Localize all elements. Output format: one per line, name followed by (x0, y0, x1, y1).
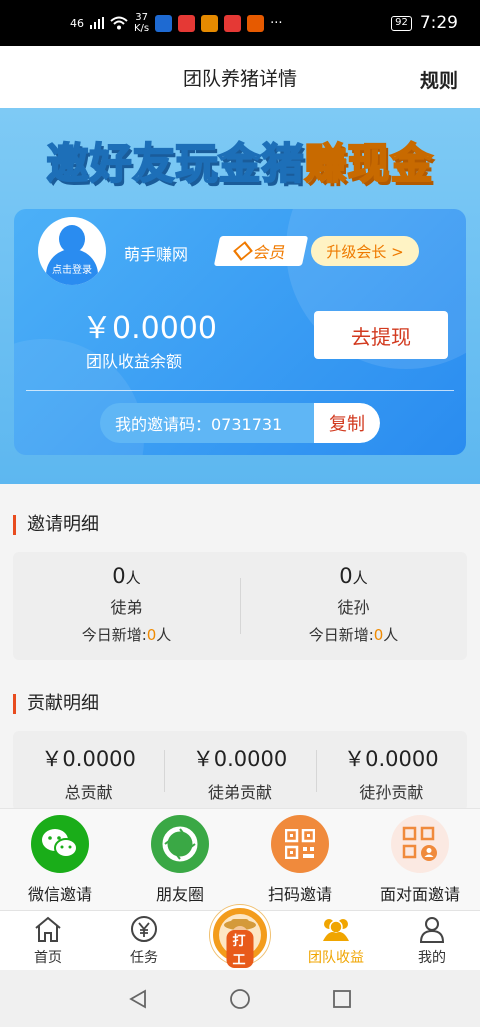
stat-amount: ￥0.0000 (192, 747, 288, 771)
earnings-card: 点击登录 萌手赚网 会员 升级会长 > ￥0.0000 团队收益余额 去提现 我… (14, 209, 466, 455)
notification-app-icon (247, 14, 265, 32)
moments-icon[interactable] (151, 815, 209, 873)
signal-icon (90, 17, 104, 29)
team-balance-label: 团队收益余额 (86, 352, 183, 371)
stat-label: 徒弟贡献 (207, 783, 272, 802)
disciple-contribution-stat[interactable]: ￥0.0000 徒弟贡献 (164, 731, 315, 811)
diamond-icon (233, 241, 253, 261)
tab-tasks[interactable]: 任务 (96, 911, 192, 970)
tab-label: 打工 (226, 930, 254, 968)
signal-indicator: 46 (70, 16, 84, 30)
face-to-face-icon[interactable] (391, 815, 449, 873)
login-prompt[interactable]: 点击登录 (38, 261, 106, 276)
rules-link[interactable]: 规则 (420, 66, 458, 93)
notification-app-icon (155, 14, 173, 32)
tab-work[interactable]: 打工 (192, 905, 288, 970)
face-to-face-invite-button[interactable]: 面对面邀请 (360, 809, 480, 910)
notification-app-icon (201, 14, 219, 32)
share-label: 微信邀请 (27, 885, 92, 904)
disciples-stat[interactable]: 0人 徒弟 今日新增:0人 (13, 552, 240, 660)
banner-highlight: 赚现金 (303, 138, 434, 189)
invite-detail-title: 邀请明细 (13, 515, 99, 535)
qrcode-icon[interactable] (271, 815, 329, 873)
worker-icon[interactable]: 打工 (210, 905, 270, 968)
today-new: 今日新增:0人 (308, 626, 399, 644)
home-circle-icon[interactable] (229, 988, 251, 1010)
person-icon (419, 917, 445, 943)
more-notifications: ··· (270, 15, 283, 31)
wechat-icon[interactable] (31, 815, 89, 873)
back-icon[interactable] (127, 988, 149, 1010)
stat-label: 徒弟 (110, 598, 143, 617)
share-label: 扫码邀请 (267, 885, 332, 904)
tab-home[interactable]: 首页 (0, 911, 96, 970)
home-icon (35, 916, 61, 942)
contribution-detail-title: 贡献明细 (13, 694, 99, 714)
share-label: 面对面邀请 (379, 885, 460, 904)
yen-coin-icon (131, 916, 157, 942)
recent-apps-icon[interactable] (331, 988, 353, 1010)
vip-label: 会员 (251, 243, 288, 262)
invite-code-bar: 我的邀请码：0731731 复制 (100, 403, 380, 443)
stat-amount: ￥0.0000 (344, 747, 439, 771)
avatar[interactable]: 点击登录 (38, 217, 106, 285)
tab-team-earnings[interactable]: 团队收益 (288, 911, 384, 970)
moments-share-button[interactable]: 朋友圈 (120, 809, 240, 910)
copy-button[interactable]: 复制 (314, 403, 380, 443)
stat-label: 总贡献 (64, 783, 113, 802)
notification-app-icon (224, 14, 242, 32)
system-navigation-bar (0, 970, 480, 1027)
notification-app-icon (178, 14, 196, 32)
today-new: 今日新增:0人 (81, 626, 172, 644)
invite-detail-box: 0人 徒弟 今日新增:0人 0人 徒孙 今日新增:0人 (13, 552, 467, 660)
banner-text: 邀好友玩金猪 (45, 138, 305, 189)
share-options: 微信邀请 朋友圈 扫码邀请 面对面邀请 (0, 808, 480, 910)
stat-count: 0人 (339, 564, 368, 588)
tab-label: 首页 (34, 950, 62, 966)
contribution-detail-box: ￥0.0000 总贡献 ￥0.0000 徒弟贡献 ￥0.0000 徒孙贡献 (13, 731, 467, 811)
share-label: 朋友圈 (155, 885, 204, 904)
invite-code: 我的邀请码：0731731 (115, 415, 283, 434)
qrcode-invite-button[interactable]: 扫码邀请 (240, 809, 360, 910)
clock: 7:29 (419, 13, 458, 33)
wechat-invite-button[interactable]: 微信邀请 (0, 809, 120, 910)
stat-label: 徒孙 (337, 598, 370, 617)
battery-icon: 92 (391, 15, 412, 31)
stat-count: 0人 (112, 564, 141, 588)
promo-banner: 邀好友玩金猪赚现金 (0, 130, 480, 191)
total-contribution-stat[interactable]: ￥0.0000 总贡献 (13, 731, 164, 811)
page-title: 团队养猪详情 (182, 67, 297, 90)
upgrade-leader-button[interactable]: 升级会长 > (311, 236, 419, 266)
team-balance-amount: ￥0.0000 (82, 311, 217, 346)
withdraw-button[interactable]: 去提现 (314, 311, 448, 359)
user-name: 萌手赚网 (124, 245, 189, 264)
nav-header: 团队养猪详情 规则 (0, 46, 480, 108)
grand-disciple-contribution-stat[interactable]: ￥0.0000 徒孙贡献 (315, 731, 467, 811)
tab-label: 我的 (418, 950, 446, 966)
wifi-icon (110, 16, 128, 30)
tab-label: 团队收益 (308, 950, 364, 966)
hero-section: 邀好友玩金猪赚现金 点击登录 萌手赚网 会员 升级会长 > ￥0.0000 团队… (0, 108, 480, 484)
network-speed: 37 K/s (134, 12, 150, 34)
stat-label: 徒孙贡献 (359, 783, 424, 802)
vip-badge: 会员 (213, 236, 309, 266)
team-icon (323, 919, 349, 941)
tab-mine[interactable]: 我的 (384, 911, 480, 970)
tab-label: 任务 (130, 950, 158, 966)
status-bar: 46 37 K/s ··· 92 7:29 (0, 0, 480, 46)
divider (26, 390, 454, 391)
grand-disciples-stat[interactable]: 0人 徒孙 今日新增:0人 (240, 552, 467, 660)
bottom-tab-bar: 首页 任务 打工 团队收益 我的 (0, 905, 480, 970)
stat-amount: ￥0.0000 (41, 747, 136, 771)
